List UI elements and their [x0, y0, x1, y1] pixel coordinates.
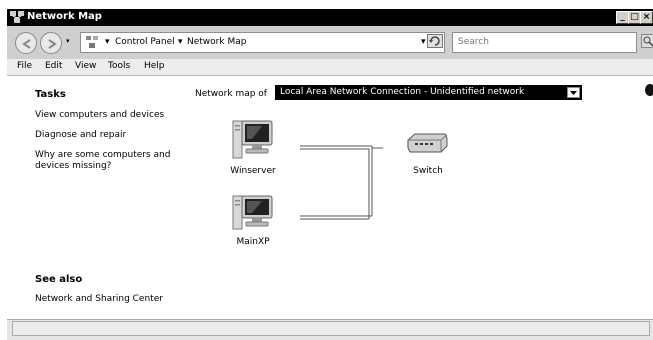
- status-bar-pane: [12, 321, 650, 336]
- mainxp-computer-icon[interactable]: [232, 194, 274, 235]
- switch-icon[interactable]: [405, 132, 449, 159]
- winserver-computer-icon[interactable]: [232, 119, 274, 164]
- connection-lines: [300, 145, 383, 220]
- device-label-switch[interactable]: Switch: [388, 166, 468, 176]
- device-label-winserver[interactable]: Winserver: [213, 166, 293, 176]
- device-label-mainxp[interactable]: MainXP: [213, 237, 293, 247]
